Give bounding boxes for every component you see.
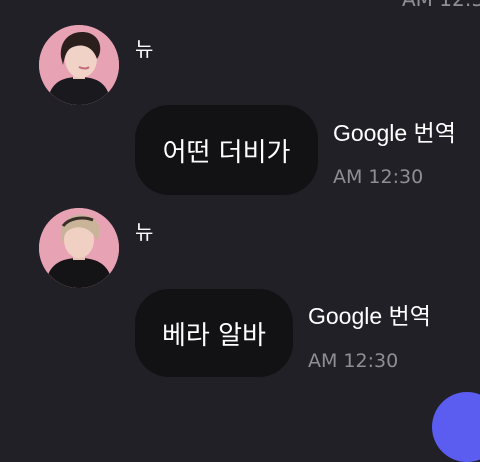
translation-source-link[interactable]: Google 번역 [333, 114, 456, 148]
sender-avatar[interactable] [39, 25, 119, 105]
previous-message-time: AM 12:3 [402, 0, 480, 11]
translation-source-link[interactable]: Google 번역 [308, 297, 431, 331]
sender-name: 뉴 [135, 220, 154, 244]
profile-photo-icon [39, 208, 119, 288]
action-fab[interactable] [432, 392, 480, 462]
message-time: AM 12:30 [333, 166, 424, 188]
message-bubble[interactable]: 어떤 더비가 [135, 105, 318, 195]
sender-name: 뉴 [135, 37, 154, 61]
sender-avatar[interactable] [39, 208, 119, 288]
message-time: AM 12:30 [308, 350, 399, 372]
message-bubble[interactable]: 베라 알바 [135, 289, 293, 377]
profile-photo-icon [39, 25, 119, 105]
